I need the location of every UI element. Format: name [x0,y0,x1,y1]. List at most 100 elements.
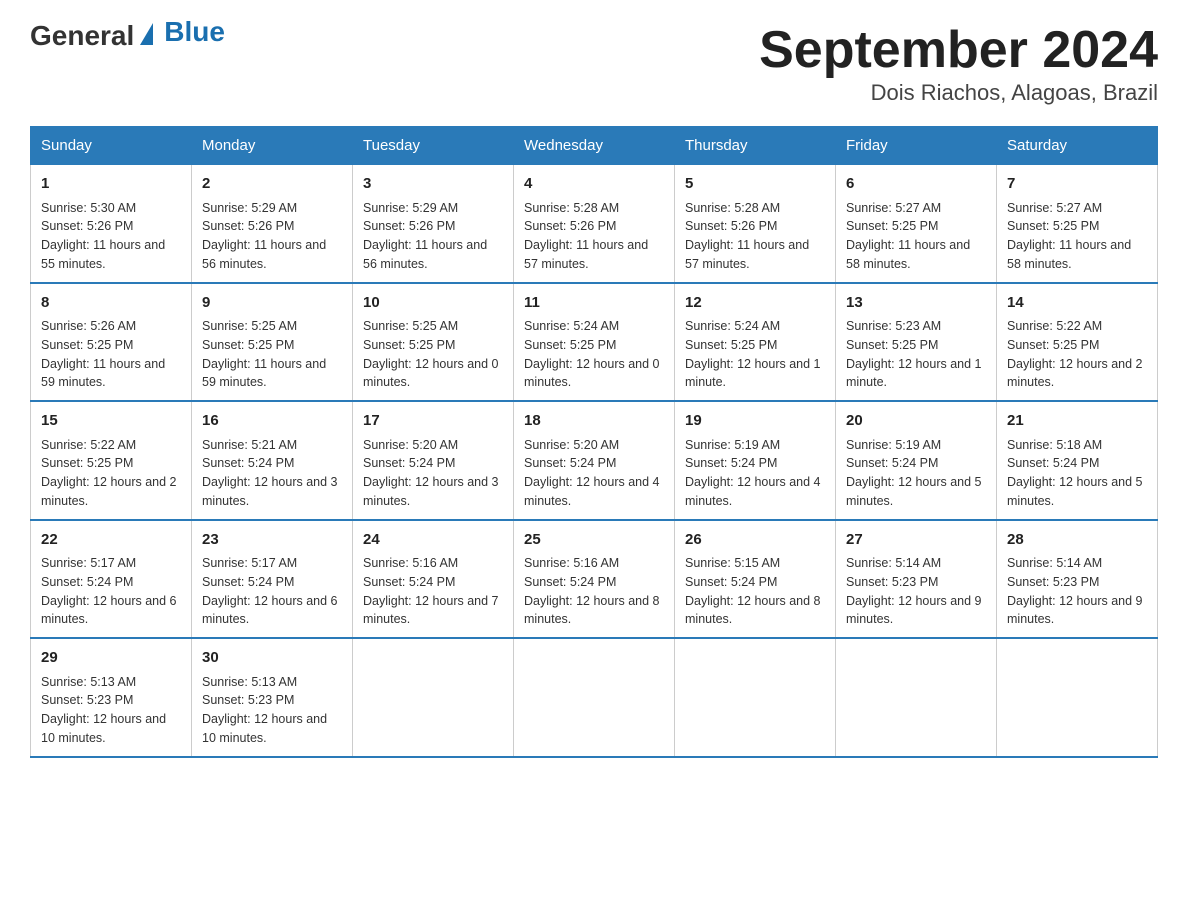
title-block: September 2024 Dois Riachos, Alagoas, Br… [759,20,1158,106]
calendar-cell: 10Sunrise: 5:25 AMSunset: 5:25 PMDayligh… [353,283,514,402]
logo: General Blue [30,20,225,52]
day-info: Sunrise: 5:19 AMSunset: 5:24 PMDaylight:… [685,436,825,511]
day-info: Sunrise: 5:29 AMSunset: 5:26 PMDaylight:… [202,199,342,274]
day-number: 22 [41,529,181,552]
calendar-cell: 26Sunrise: 5:15 AMSunset: 5:24 PMDayligh… [675,520,836,639]
calendar-cell: 29Sunrise: 5:13 AMSunset: 5:23 PMDayligh… [31,638,192,757]
day-number: 5 [685,173,825,196]
calendar-cell: 16Sunrise: 5:21 AMSunset: 5:24 PMDayligh… [192,401,353,520]
calendar-cell: 14Sunrise: 5:22 AMSunset: 5:25 PMDayligh… [997,283,1158,402]
day-info: Sunrise: 5:17 AMSunset: 5:24 PMDaylight:… [202,554,342,629]
logo-general-text: General [30,20,134,52]
calendar-cell: 13Sunrise: 5:23 AMSunset: 5:25 PMDayligh… [836,283,997,402]
day-number: 12 [685,292,825,315]
header-tuesday: Tuesday [353,127,514,165]
day-info: Sunrise: 5:20 AMSunset: 5:24 PMDaylight:… [363,436,503,511]
calendar-cell [514,638,675,757]
day-info: Sunrise: 5:27 AMSunset: 5:25 PMDaylight:… [846,199,986,274]
calendar-cell [353,638,514,757]
calendar-title: September 2024 [759,20,1158,80]
calendar-cell: 15 Sunrise: 5:22 AMSunset: 5:25 PMDayligh… [31,401,192,520]
calendar-cell: 5 Sunrise: 5:28 AMSunset: 5:26 PMDaylight… [675,165,836,283]
day-number: 14 [1007,292,1147,315]
day-info: Sunrise: 5:28 AMSunset: 5:26 PMDaylight:… [685,199,825,274]
week-row-5: 29Sunrise: 5:13 AMSunset: 5:23 PMDayligh… [31,638,1158,757]
calendar-header-row: SundayMondayTuesdayWednesdayThursdayFrid… [31,127,1158,165]
day-info: Sunrise: 5:18 AMSunset: 5:24 PMDaylight:… [1007,436,1147,511]
day-number: 20 [846,410,986,433]
calendar-cell: 24Sunrise: 5:16 AMSunset: 5:24 PMDayligh… [353,520,514,639]
day-number: 19 [685,410,825,433]
day-number: 10 [363,292,503,315]
day-info: Sunrise: 5:20 AMSunset: 5:24 PMDaylight:… [524,436,664,511]
day-number: 4 [524,173,664,196]
day-number: 8 [41,292,181,315]
calendar-cell [675,638,836,757]
day-info: Sunrise: 5:23 AMSunset: 5:25 PMDaylight:… [846,317,986,392]
day-info: Sunrise: 5:14 AMSunset: 5:23 PMDaylight:… [1007,554,1147,629]
page-header: General Blue September 2024 Dois Riachos… [30,20,1158,106]
day-number: 27 [846,529,986,552]
calendar-cell: 2 Sunrise: 5:29 AMSunset: 5:26 PMDaylight… [192,165,353,283]
day-info: Sunrise: 5:13 AMSunset: 5:23 PMDaylight:… [41,673,181,748]
header-thursday: Thursday [675,127,836,165]
day-number: 9 [202,292,342,315]
day-number: 1 [41,173,181,196]
day-number: 6 [846,173,986,196]
day-info: Sunrise: 5:14 AMSunset: 5:23 PMDaylight:… [846,554,986,629]
calendar-cell: 28Sunrise: 5:14 AMSunset: 5:23 PMDayligh… [997,520,1158,639]
day-number: 16 [202,410,342,433]
day-info: Sunrise: 5:30 AMSunset: 5:26 PMDaylight:… [41,199,181,274]
week-row-4: 22Sunrise: 5:17 AMSunset: 5:24 PMDayligh… [31,520,1158,639]
week-row-1: 1 Sunrise: 5:30 AMSunset: 5:26 PMDaylight… [31,165,1158,283]
calendar-cell: 18 Sunrise: 5:20 AMSunset: 5:24 PMDayligh… [514,401,675,520]
calendar-cell: 6 Sunrise: 5:27 AMSunset: 5:25 PMDaylight… [836,165,997,283]
day-info: Sunrise: 5:27 AMSunset: 5:25 PMDaylight:… [1007,199,1147,274]
day-number: 11 [524,292,664,315]
day-number: 24 [363,529,503,552]
calendar-cell: 20 Sunrise: 5:19 AMSunset: 5:24 PMDayligh… [836,401,997,520]
calendar-cell: 3 Sunrise: 5:29 AMSunset: 5:26 PMDaylight… [353,165,514,283]
day-number: 17 [363,410,503,433]
day-info: Sunrise: 5:25 AMSunset: 5:25 PMDaylight:… [363,317,503,392]
header-saturday: Saturday [997,127,1158,165]
header-friday: Friday [836,127,997,165]
day-number: 25 [524,529,664,552]
day-number: 28 [1007,529,1147,552]
calendar-cell: 1 Sunrise: 5:30 AMSunset: 5:26 PMDaylight… [31,165,192,283]
day-info: Sunrise: 5:29 AMSunset: 5:26 PMDaylight:… [363,199,503,274]
week-row-2: 8Sunrise: 5:26 AMSunset: 5:25 PMDaylight… [31,283,1158,402]
day-info: Sunrise: 5:22 AMSunset: 5:25 PMDaylight:… [41,436,181,511]
day-info: Sunrise: 5:15 AMSunset: 5:24 PMDaylight:… [685,554,825,629]
day-number: 23 [202,529,342,552]
calendar-subtitle: Dois Riachos, Alagoas, Brazil [759,80,1158,106]
calendar-cell: 23Sunrise: 5:17 AMSunset: 5:24 PMDayligh… [192,520,353,639]
day-info: Sunrise: 5:16 AMSunset: 5:24 PMDaylight:… [524,554,664,629]
calendar-cell: 11Sunrise: 5:24 AMSunset: 5:25 PMDayligh… [514,283,675,402]
day-info: Sunrise: 5:22 AMSunset: 5:25 PMDaylight:… [1007,317,1147,392]
calendar-cell: 4Sunrise: 5:28 AMSunset: 5:26 PMDaylight… [514,165,675,283]
day-info: Sunrise: 5:26 AMSunset: 5:25 PMDaylight:… [41,317,181,392]
day-number: 15 [41,410,181,433]
calendar-cell: 27Sunrise: 5:14 AMSunset: 5:23 PMDayligh… [836,520,997,639]
calendar-cell [836,638,997,757]
calendar-cell: 9Sunrise: 5:25 AMSunset: 5:25 PMDaylight… [192,283,353,402]
day-number: 2 [202,173,342,196]
header-wednesday: Wednesday [514,127,675,165]
day-number: 13 [846,292,986,315]
calendar-cell: 19 Sunrise: 5:19 AMSunset: 5:24 PMDayligh… [675,401,836,520]
day-info: Sunrise: 5:16 AMSunset: 5:24 PMDaylight:… [363,554,503,629]
logo-triangle-icon [140,23,153,45]
calendar-cell: 21Sunrise: 5:18 AMSunset: 5:24 PMDayligh… [997,401,1158,520]
calendar-cell: 12Sunrise: 5:24 AMSunset: 5:25 PMDayligh… [675,283,836,402]
calendar-cell: 25Sunrise: 5:16 AMSunset: 5:24 PMDayligh… [514,520,675,639]
header-sunday: Sunday [31,127,192,165]
day-number: 3 [363,173,503,196]
day-number: 18 [524,410,664,433]
calendar-cell: 22Sunrise: 5:17 AMSunset: 5:24 PMDayligh… [31,520,192,639]
day-info: Sunrise: 5:17 AMSunset: 5:24 PMDaylight:… [41,554,181,629]
calendar-cell: 8Sunrise: 5:26 AMSunset: 5:25 PMDaylight… [31,283,192,402]
day-number: 7 [1007,173,1147,196]
day-info: Sunrise: 5:19 AMSunset: 5:24 PMDaylight:… [846,436,986,511]
calendar-cell: 7 Sunrise: 5:27 AMSunset: 5:25 PMDaylight… [997,165,1158,283]
